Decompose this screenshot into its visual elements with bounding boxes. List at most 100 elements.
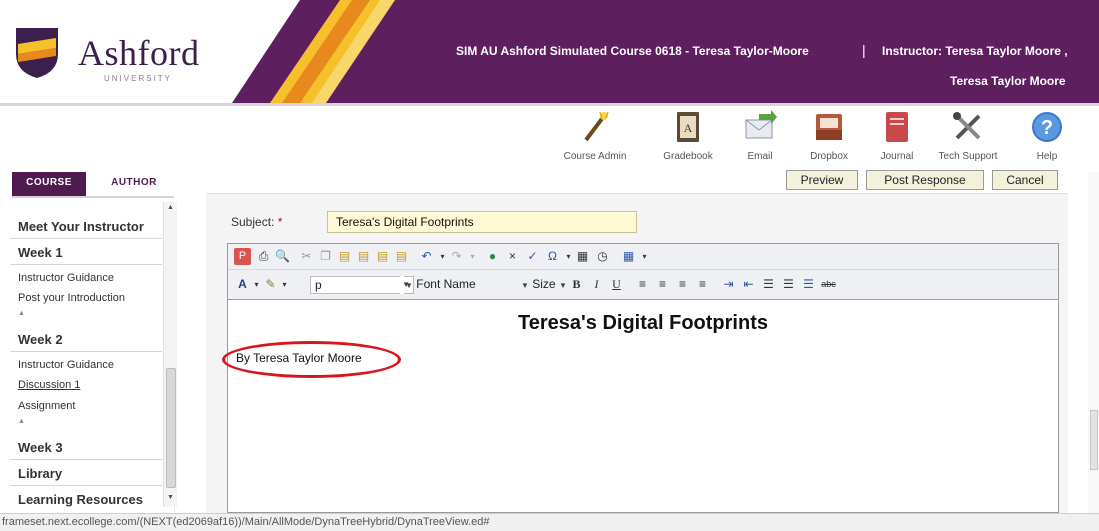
gradebook-icon: A bbox=[677, 112, 699, 142]
scroll-thumb[interactable] bbox=[166, 368, 176, 488]
chevron-down-icon: ▼ bbox=[521, 281, 529, 290]
post-response-button[interactable]: Post Response bbox=[866, 170, 984, 190]
paste-html-icon[interactable]: ▤ bbox=[393, 248, 410, 265]
tool-label: Email bbox=[747, 151, 773, 162]
spellcheck-icon[interactable]: ● bbox=[484, 248, 501, 265]
indent-icon[interactable]: ⇥ bbox=[720, 276, 737, 293]
bold-icon[interactable]: B bbox=[568, 276, 585, 293]
abc-check-icon[interactable]: ✓ bbox=[524, 248, 541, 265]
redo-dropdown-icon[interactable]: ▾ bbox=[464, 248, 481, 265]
copy-icon[interactable]: ❐ bbox=[317, 248, 334, 265]
subject-label-text: Subject: bbox=[231, 215, 275, 229]
sidebar-item-meet-instructor[interactable]: Meet Your Instructor bbox=[18, 219, 144, 234]
shield-logo-icon bbox=[16, 28, 58, 78]
align-left-icon[interactable]: ≡ bbox=[634, 276, 651, 293]
gradebook-tool[interactable]: A Gradebook bbox=[653, 108, 723, 162]
sidebar-item-week2-guidance[interactable]: Instructor Guidance bbox=[18, 359, 114, 371]
sidebar-item-week2-assignment[interactable]: Assignment bbox=[18, 400, 75, 412]
chevron-down-icon: ▼ bbox=[405, 281, 413, 290]
wand-icon bbox=[584, 111, 609, 142]
highlight-dropdown-icon[interactable]: ▾ bbox=[276, 276, 293, 293]
tab-author[interactable]: AUTHOR bbox=[96, 172, 172, 196]
scroll-down-icon[interactable]: ▼ bbox=[167, 494, 174, 501]
justify-icon[interactable]: ≡ bbox=[694, 276, 711, 293]
outdent-icon[interactable]: ⇤ bbox=[740, 276, 757, 293]
paste-icon[interactable]: ▤ bbox=[336, 248, 353, 265]
paste-text-icon[interactable]: ▤ bbox=[355, 248, 372, 265]
redo-icon[interactable]: ↷ bbox=[448, 248, 465, 265]
help-icon: ? bbox=[1032, 112, 1062, 142]
sidebar-scrollbar[interactable]: ▲ ▼ bbox=[163, 202, 177, 507]
symbol-icon[interactable]: Ω bbox=[544, 248, 561, 265]
logo-wordmark: Ashford bbox=[78, 33, 200, 73]
browser-status-bar: frameset.next.ecollege.com/(NEXT(ed2069a… bbox=[0, 513, 1099, 531]
ashford-logo[interactable]: Ashford UNIVERSITY bbox=[10, 18, 199, 88]
header-separator: | bbox=[862, 42, 866, 58]
paragraph-format-select[interactable]: p ▼ bbox=[310, 276, 414, 294]
pdf-icon[interactable]: P bbox=[234, 248, 251, 265]
help-tool[interactable]: ? Help bbox=[1012, 108, 1082, 162]
sidebar-item-week1-introduction[interactable]: Post your Introduction bbox=[18, 292, 125, 304]
journal-icon bbox=[886, 112, 908, 142]
tool-label: Help bbox=[1036, 151, 1058, 162]
underline-icon[interactable]: U bbox=[608, 276, 625, 293]
sidebar-item-library[interactable]: Library bbox=[18, 466, 62, 481]
course-title: SIM AU Ashford Simulated Course 0618 - T… bbox=[456, 44, 809, 58]
email-tool[interactable]: Email bbox=[725, 108, 795, 162]
sidebar-item-week1[interactable]: Week 1 bbox=[18, 245, 63, 260]
page-scroll-thumb[interactable] bbox=[1090, 410, 1098, 470]
dropbox-tool[interactable]: Dropbox bbox=[794, 108, 864, 162]
sidebar-divider bbox=[10, 485, 162, 486]
print-icon[interactable]: ⎙ bbox=[255, 248, 272, 265]
sidebar-item-week2-discussion[interactable]: Discussion 1 bbox=[18, 379, 80, 391]
find-icon[interactable]: 🔍 bbox=[274, 248, 291, 265]
format-value: p bbox=[315, 278, 322, 292]
collapse-caret-icon[interactable]: ▲ bbox=[18, 418, 25, 425]
editor-toolbar-row1: P ⎙ 🔍 ✂ ❐ ▤ ▤ ▤ ▤ ↶ ▾ ↷ ▾ ● × ✓ Ω ▾ ▦ ◷ … bbox=[228, 244, 1058, 270]
instructor-name: Instructor: Teresa Taylor Moore , bbox=[882, 44, 1068, 58]
cut-icon[interactable]: ✂ bbox=[298, 248, 315, 265]
paste-word-icon[interactable]: ▤ bbox=[374, 248, 391, 265]
table-icon[interactable]: ▦ bbox=[620, 248, 637, 265]
table-dropdown-icon[interactable]: ▾ bbox=[636, 248, 653, 265]
instructor-name-second: Teresa Taylor Moore bbox=[950, 74, 1066, 88]
svg-text:?: ? bbox=[1041, 117, 1053, 139]
preview-button[interactable]: Preview bbox=[786, 170, 858, 190]
tab-course[interactable]: COURSE bbox=[12, 172, 86, 196]
tool-label: Gradebook bbox=[663, 151, 713, 162]
italic-icon[interactable]: I bbox=[588, 276, 605, 293]
tech-support-tool[interactable]: Tech Support bbox=[933, 108, 1003, 162]
font-name-select[interactable]: ▼ Font Name bbox=[401, 276, 513, 294]
journal-tool[interactable]: Journal bbox=[862, 108, 932, 162]
tool-label: Course Admin bbox=[563, 151, 627, 162]
svg-text:A: A bbox=[684, 121, 693, 135]
unordered-list-icon[interactable]: ☰ bbox=[780, 276, 797, 293]
font-name-label: Font Name bbox=[416, 277, 476, 291]
sidebar-item-learning-resources[interactable]: Learning Resources bbox=[18, 492, 143, 507]
sidebar-item-week2[interactable]: Week 2 bbox=[18, 332, 63, 347]
paragraph-icon[interactable]: ☰ bbox=[800, 276, 817, 293]
collapse-caret-icon[interactable]: ▲ bbox=[18, 310, 25, 317]
tools-icon bbox=[953, 112, 981, 140]
sidebar-divider bbox=[10, 238, 162, 239]
undo-icon[interactable]: ↶ bbox=[418, 248, 435, 265]
font-size-label: Size bbox=[532, 277, 556, 291]
align-center-icon[interactable]: ≡ bbox=[654, 276, 671, 293]
clear-format-icon[interactable]: × bbox=[504, 248, 521, 265]
tool-label: Dropbox bbox=[810, 151, 848, 162]
course-admin-tool[interactable]: Course Admin bbox=[560, 108, 630, 162]
clock-icon[interactable]: ◷ bbox=[594, 248, 611, 265]
ordered-list-icon[interactable]: ☰ bbox=[760, 276, 777, 293]
align-right-icon[interactable]: ≡ bbox=[674, 276, 691, 293]
sidebar-divider bbox=[10, 351, 162, 352]
cancel-button[interactable]: Cancel bbox=[992, 170, 1058, 190]
subject-input[interactable]: Teresa's Digital Footprints bbox=[327, 211, 637, 233]
sidebar-item-week1-guidance[interactable]: Instructor Guidance bbox=[18, 272, 114, 284]
header-divider bbox=[0, 103, 1099, 106]
template-icon[interactable]: ▦ bbox=[574, 248, 591, 265]
course-sidebar: Meet Your Instructor Week 1 Instructor G… bbox=[10, 202, 175, 512]
scroll-up-icon[interactable]: ▲ bbox=[167, 204, 174, 211]
strikethrough-icon[interactable]: abc bbox=[820, 276, 837, 293]
sidebar-item-week3[interactable]: Week 3 bbox=[18, 440, 63, 455]
font-size-select[interactable]: ▼ Size ▼ bbox=[517, 276, 567, 294]
